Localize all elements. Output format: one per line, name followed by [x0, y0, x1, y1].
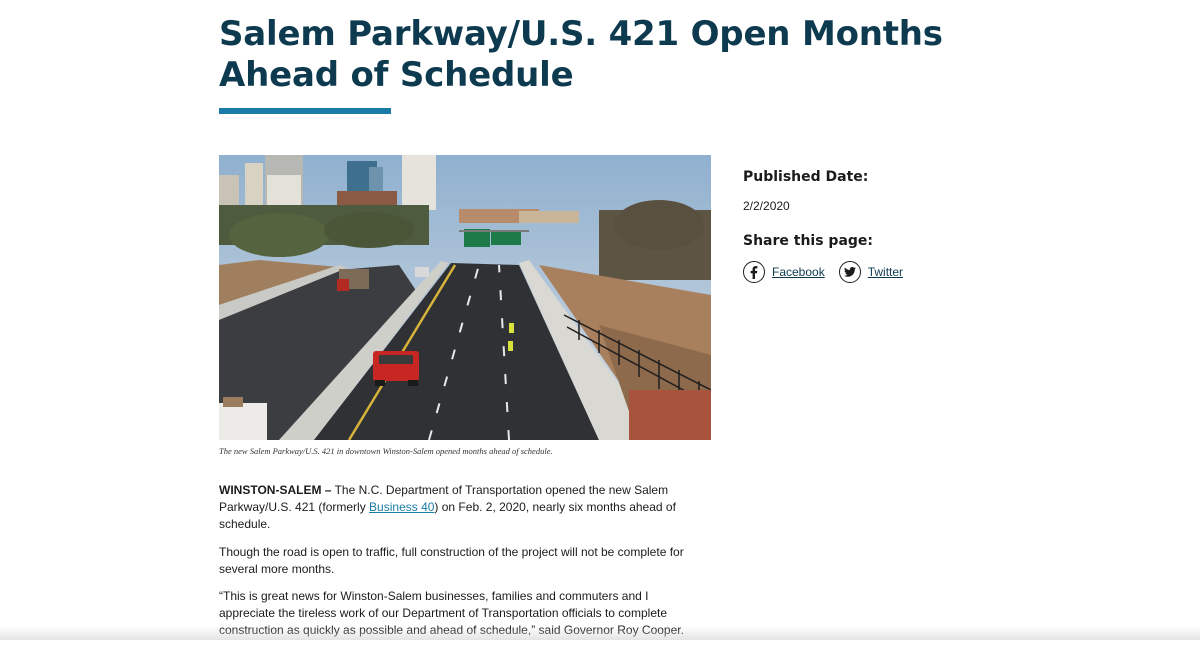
article-sidebar: Published Date: 2/2/2020 Share this page…	[743, 166, 1043, 283]
facebook-share-button[interactable]: Facebook	[743, 261, 825, 283]
share-links: Facebook Twitter	[743, 261, 1043, 283]
photo-caption: The new Salem Parkway/U.S. 421 in downto…	[219, 446, 553, 456]
page-title: Salem Parkway/U.S. 421 Open Months Ahead…	[219, 14, 943, 95]
paragraph-1: WINSTON-SALEM – The N.C. Department of T…	[219, 482, 699, 534]
article-photo	[219, 155, 711, 440]
bottom-shadow	[0, 626, 1200, 640]
twitter-icon	[838, 261, 861, 283]
paragraph-2: Though the road is open to traffic, full…	[219, 544, 684, 576]
facebook-label[interactable]: Facebook	[772, 265, 825, 279]
business-40-link[interactable]: Business 40	[369, 500, 434, 514]
twitter-label[interactable]: Twitter	[868, 265, 903, 279]
dateline: WINSTON-SALEM –	[219, 483, 332, 497]
facebook-icon	[743, 261, 765, 283]
published-date-value: 2/2/2020	[743, 199, 790, 213]
article-body: WINSTON-SALEM – The N.C. Department of T…	[219, 482, 699, 650]
twitter-share-button[interactable]: Twitter	[838, 261, 903, 283]
published-date-label: Published Date:	[743, 169, 869, 185]
share-heading: Share this page:	[743, 233, 874, 249]
title-underline	[219, 108, 391, 114]
